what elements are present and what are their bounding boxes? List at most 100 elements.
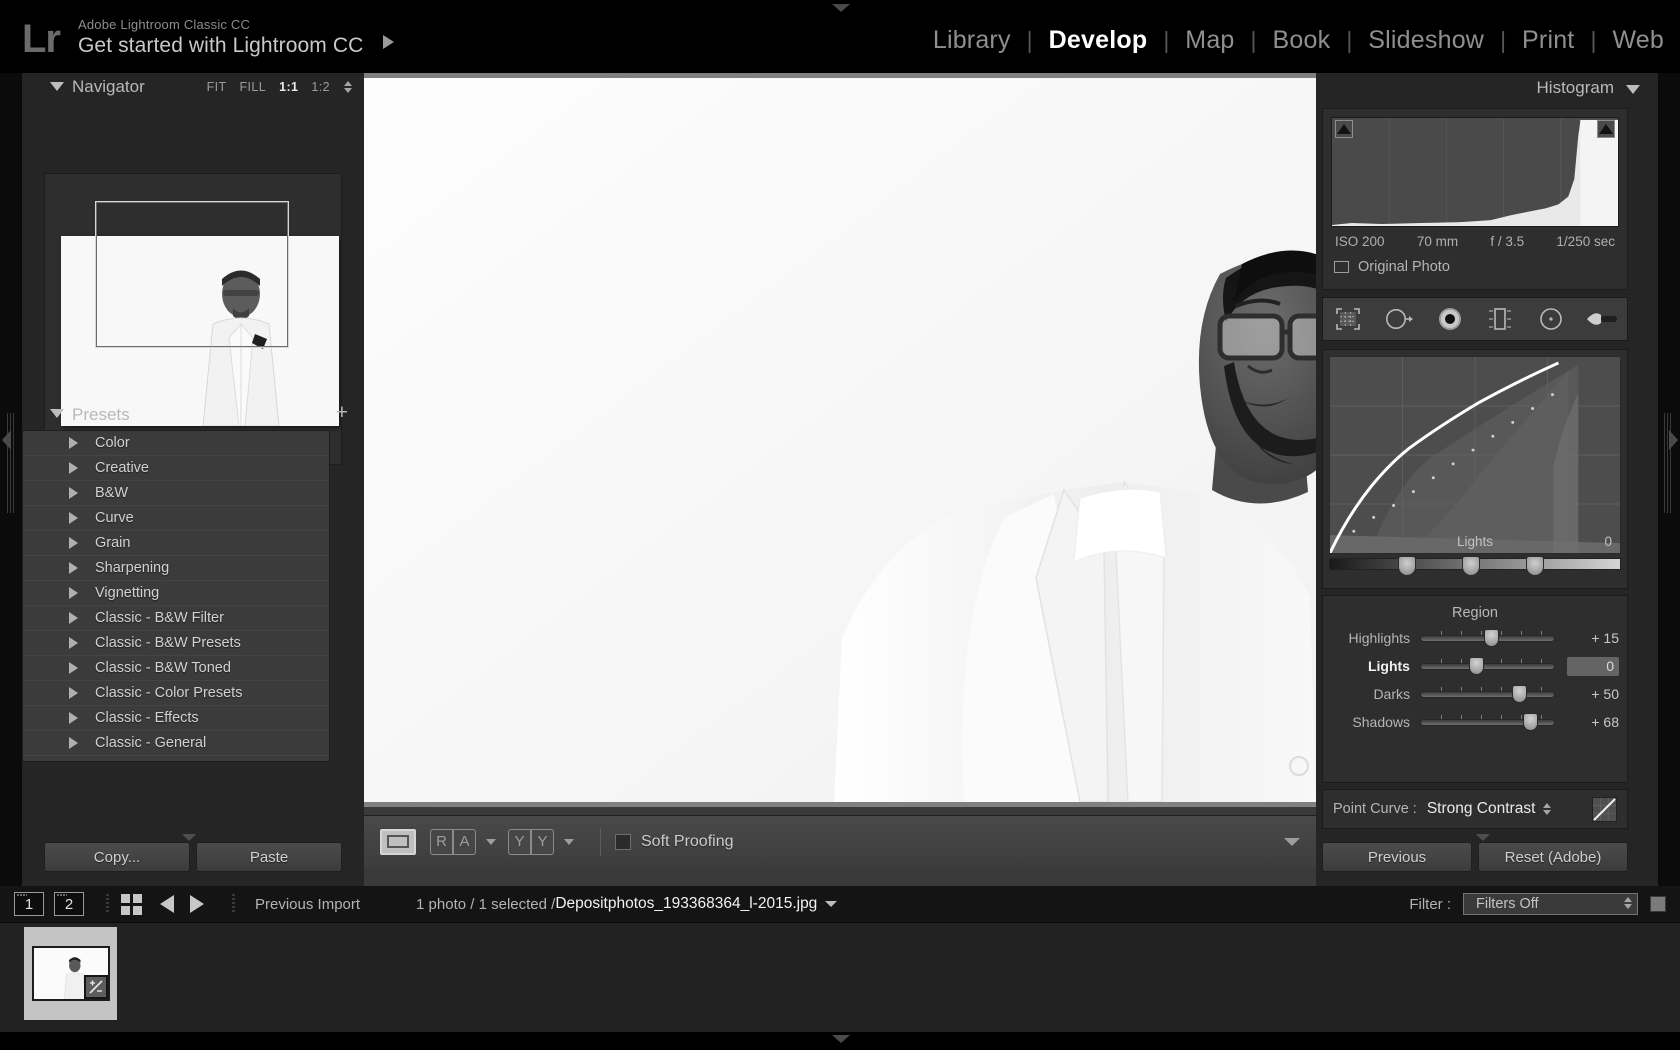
crop-overlay-icon[interactable] [1331,304,1365,334]
left-panel-edge-handle[interactable] [0,73,22,886]
identity-plate[interactable]: Adobe Lightroom Classic CC Get started w… [78,17,394,58]
main-photo[interactable] [364,78,1316,802]
preset-group-row[interactable]: Classic - B&W Filter [23,606,329,631]
module-print[interactable]: Print [1506,26,1590,55]
loupe-view-icon[interactable] [380,829,416,855]
module-library[interactable]: Library [917,26,1027,55]
filmstrip-thumbnail[interactable] [32,946,110,1001]
presets-list[interactable]: ColorCreativeB&WCurveGrainSharpeningVign… [22,430,330,762]
spot-removal-icon[interactable] [1382,304,1416,334]
preset-group-row[interactable]: Curve [23,506,329,531]
graduated-filter-icon[interactable] [1483,304,1517,334]
preset-group-row[interactable]: Classic - Color Presets [23,681,329,706]
preset-expand-icon[interactable] [69,437,78,449]
histogram-canvas[interactable] [1331,117,1619,227]
preset-group-row[interactable]: Sharpening [23,556,329,581]
zoom-stepper-icon[interactable] [344,81,352,93]
tone-curve-graph[interactable]: Lights 0 [1329,356,1621,554]
slider-value-darks[interactable]: + 50 [1567,686,1619,702]
grid-view-icon[interactable] [121,894,142,915]
preset-expand-icon[interactable] [69,637,78,649]
preset-group-row[interactable]: Classic - B&W Toned [23,656,329,681]
photo-filename[interactable]: Depositphotos_193368364_l-2015.jpg [555,895,817,913]
before-after-left-cell[interactable]: R [430,829,453,855]
preset-group-row[interactable]: B&W [23,481,329,506]
slider-track-lights[interactable] [1420,663,1555,670]
go-back-icon[interactable] [160,895,174,913]
slider-value-highlights[interactable]: + 15 [1567,630,1619,646]
left-panel-show-caret[interactable] [2,430,11,450]
flag-left-cell[interactable]: Y [508,829,531,855]
slider-knob-highlights[interactable] [1484,629,1499,647]
copy-sync-toggle[interactable]: Y Y [508,829,554,855]
preset-group-row[interactable]: Classic - Effects [23,706,329,731]
navigator-header[interactable]: Navigator FITFILL1:11:2 [22,73,364,101]
slider-value-shadows[interactable]: + 68 [1567,714,1619,730]
top-panel-collapse-caret[interactable] [832,4,850,12]
tone-range-handle-shadows[interactable] [1398,556,1416,576]
filmstrip-collapse-caret[interactable] [832,1035,850,1043]
zoom-level-1-2[interactable]: 1:2 [311,80,330,94]
preset-group-row[interactable]: Grain [23,531,329,556]
right-panel-show-caret[interactable] [1669,430,1678,450]
module-web[interactable]: Web [1596,26,1680,55]
flag-right-cell[interactable]: Y [531,829,554,855]
right-panel-grip-icon[interactable] [1664,413,1673,513]
slider-knob-darks[interactable] [1512,685,1527,703]
preset-expand-icon[interactable] [69,712,78,724]
preset-expand-icon[interactable] [69,737,78,749]
shadow-clipping-indicator[interactable] [1335,120,1353,138]
left-panel-grip-icon[interactable] [7,413,16,513]
go-forward-icon[interactable] [190,895,204,913]
filmstrip-thumbnail-cell[interactable] [24,927,117,1020]
add-preset-icon[interactable]: + [336,404,348,422]
filter-select[interactable]: Filters Off [1463,893,1638,915]
preset-group-row[interactable]: Classic - B&W Presets [23,631,329,656]
screen-1-button[interactable]: 1 [14,892,44,916]
navigator-crop-rectangle[interactable] [96,202,288,347]
navigator-disclosure-icon[interactable] [50,82,64,91]
paste-settings-button[interactable]: Paste [196,842,342,872]
slider-row-darks[interactable]: Darks+ 50 [1323,683,1627,705]
preset-expand-icon[interactable] [69,537,78,549]
source-label[interactable]: Previous Import [255,896,360,913]
module-book[interactable]: Book [1257,26,1347,55]
histogram-header[interactable]: Histogram [1316,73,1680,103]
filter-stepper-icon[interactable] [1624,897,1632,909]
photo-filename-chevron-down-icon[interactable] [825,901,837,907]
before-after-right-cell[interactable]: A [453,829,476,855]
before-after-chevron-down-icon[interactable] [486,839,496,845]
red-eye-correction-icon[interactable] [1433,304,1467,334]
zoom-level-fill[interactable]: FILL [240,80,267,94]
copy-sync-chevron-down-icon[interactable] [564,839,574,845]
preset-group-row[interactable]: Color [23,431,329,456]
filter-toggle-button[interactable] [1650,896,1666,912]
slider-row-highlights[interactable]: Highlights+ 15 [1323,627,1627,649]
before-after-toggle[interactable]: R A [430,829,476,855]
slider-track-shadows[interactable] [1420,719,1555,726]
slider-row-lights[interactable]: Lights0 [1323,655,1627,677]
point-curve-row[interactable]: Point Curve : Strong Contrast [1322,789,1628,829]
highlight-clipping-indicator[interactable] [1597,120,1615,138]
point-curve-stepper-icon[interactable] [1543,803,1551,815]
preset-group-row[interactable]: Creative [23,456,329,481]
screen-2-button[interactable]: 2 [54,892,84,916]
reset-button[interactable]: Reset (Adobe) [1478,842,1628,872]
previous-button[interactable]: Previous [1322,842,1472,872]
preset-expand-icon[interactable] [69,662,78,674]
preset-group-row[interactable]: Vignetting [23,581,329,606]
tone-curve-range-bar[interactable] [1329,558,1621,570]
preset-expand-icon[interactable] [69,512,78,524]
identity-play-icon[interactable] [383,35,394,49]
slider-track-darks[interactable] [1420,691,1555,698]
image-stage[interactable] [364,73,1316,807]
module-develop[interactable]: Develop [1033,26,1164,55]
point-curve-value[interactable]: Strong Contrast [1427,800,1536,818]
original-photo-checkbox-icon[interactable] [1334,261,1349,273]
tone-range-handle-highlights[interactable] [1526,556,1544,576]
preset-expand-icon[interactable] [69,612,78,624]
histogram-disclosure-icon[interactable] [1626,85,1640,94]
right-panel-edge-handle[interactable] [1658,73,1680,886]
module-slideshow[interactable]: Slideshow [1352,26,1500,55]
soft-proofing-checkbox[interactable] [615,834,631,850]
